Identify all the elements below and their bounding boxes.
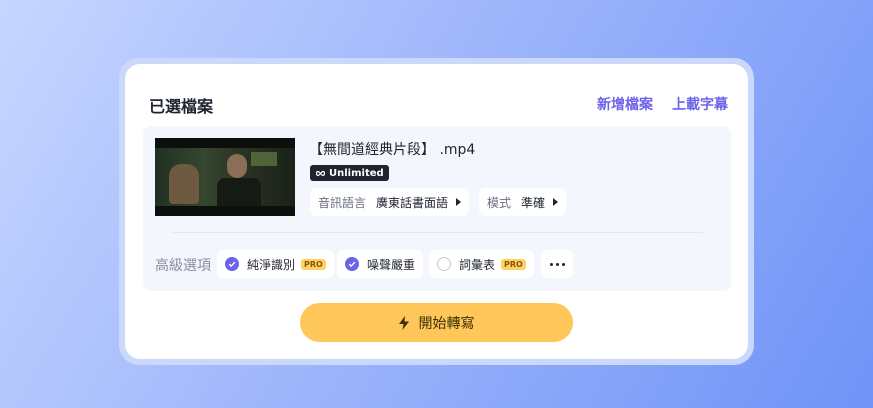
selected-files-card: 已選檔案 新增檔案 上載字幕 【無間道經典片段】 .mp4 Unlimited … xyxy=(125,64,748,359)
language-value: 廣東話書面語 xyxy=(376,195,449,210)
caret-right-icon xyxy=(456,198,462,206)
option-glossary[interactable]: 詞彙表 PRO xyxy=(429,250,534,278)
checkbox-checked-icon xyxy=(345,257,359,271)
mode-select[interactable]: 模式 準確 xyxy=(479,188,567,216)
lightning-icon xyxy=(398,315,409,330)
start-transcription-button[interactable]: 開始轉寫 xyxy=(300,303,573,342)
more-options-button[interactable] xyxy=(541,250,573,278)
checkbox-checked-icon xyxy=(225,257,239,271)
mode-label: 模式 xyxy=(487,195,512,210)
ellipsis-icon xyxy=(549,262,553,266)
video-thumbnail xyxy=(155,138,295,216)
option-label: 噪聲嚴重 xyxy=(367,257,416,272)
mode-value: 準確 xyxy=(521,195,546,210)
option-label: 純淨識別 xyxy=(247,257,296,272)
option-label: 詞彙表 xyxy=(459,257,496,272)
badge-label: Unlimited xyxy=(329,167,384,179)
add-file-link[interactable]: 新增檔案 xyxy=(597,94,653,114)
page-title: 已選檔案 xyxy=(149,97,214,116)
language-label: 音訊語言 xyxy=(318,195,367,210)
infinity-icon xyxy=(315,170,326,176)
caret-right-icon xyxy=(553,198,559,206)
dialog-frame: 已選檔案 新增檔案 上載字幕 【無間道經典片段】 .mp4 Unlimited … xyxy=(119,58,754,365)
file-name: 【無間道經典片段】 .mp4 xyxy=(309,142,476,158)
pro-badge: PRO xyxy=(501,258,526,270)
advanced-options-label: 高級選項 xyxy=(155,258,211,274)
option-heavy-noise[interactable]: 噪聲嚴重 xyxy=(337,250,424,278)
audio-language-select[interactable]: 音訊語言 廣東話書面語 xyxy=(310,188,470,216)
checkbox-unchecked-icon xyxy=(437,257,451,271)
divider xyxy=(173,232,703,233)
upload-subtitle-link[interactable]: 上載字幕 xyxy=(672,94,728,114)
file-item: 【無間道經典片段】 .mp4 Unlimited 音訊語言 廣東話書面語 模式 … xyxy=(143,126,731,291)
pro-badge: PRO xyxy=(301,258,326,270)
option-clean-recognition[interactable]: 純淨識別 PRO xyxy=(217,250,334,278)
start-button-label: 開始轉寫 xyxy=(418,315,475,332)
unlimited-badge: Unlimited xyxy=(310,165,389,181)
